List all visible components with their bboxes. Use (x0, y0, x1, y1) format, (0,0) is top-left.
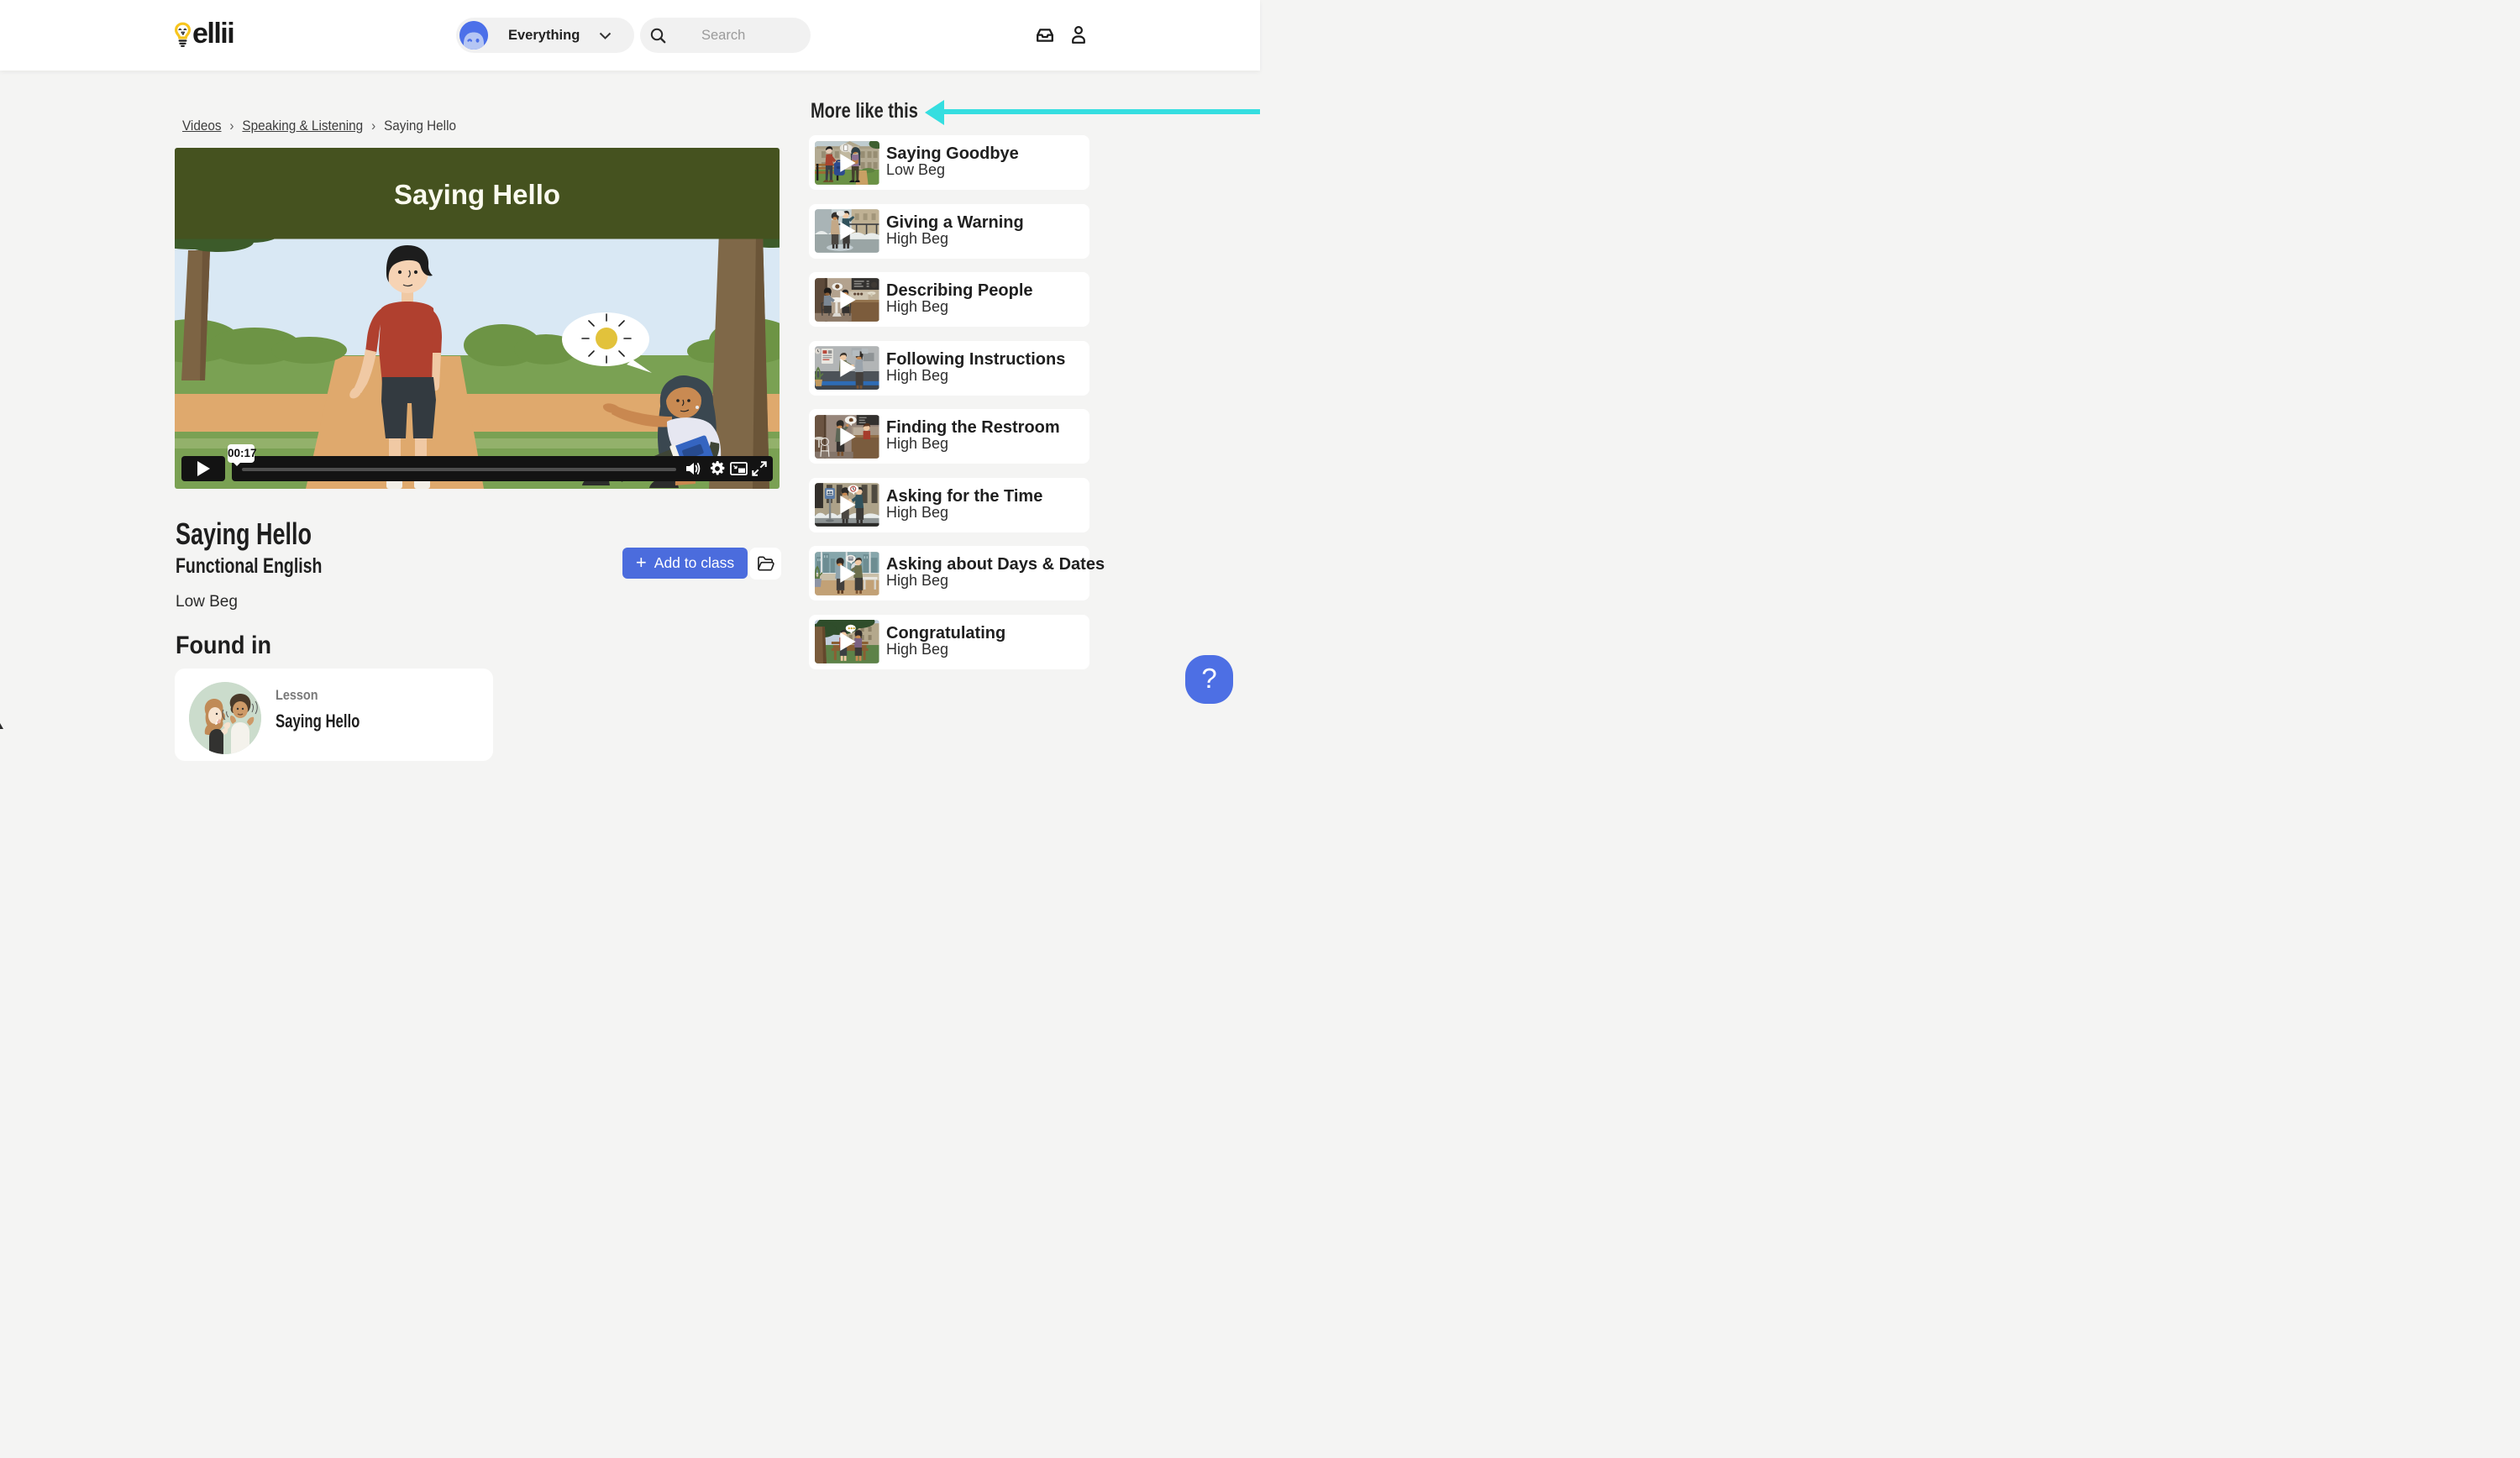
svg-text:Saying Hello: Saying Hello (394, 179, 560, 210)
